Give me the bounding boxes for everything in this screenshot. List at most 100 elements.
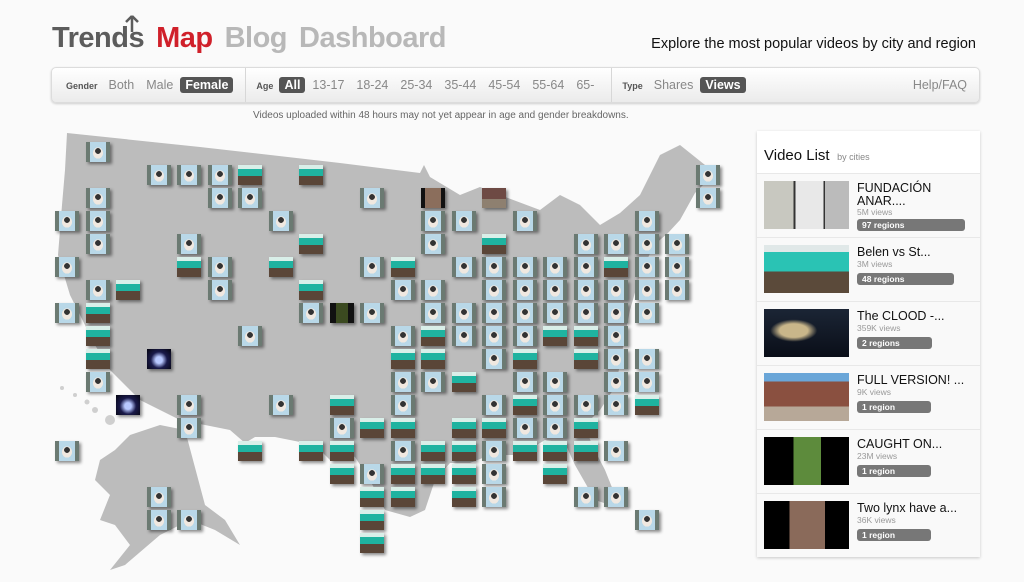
map-video-thumbnail[interactable]	[512, 418, 537, 438]
map-video-thumbnail[interactable]	[634, 395, 659, 415]
map-video-thumbnail[interactable]	[543, 464, 567, 484]
map-video-thumbnail[interactable]	[268, 395, 293, 415]
video-thumbnail[interactable]	[764, 373, 849, 421]
age-option-18-24[interactable]: 18-24	[351, 77, 393, 93]
map-video-thumbnail[interactable]	[299, 165, 323, 185]
map-video-thumbnail[interactable]	[482, 418, 506, 438]
map-video-thumbnail[interactable]	[146, 165, 171, 185]
map-video-thumbnail[interactable]	[543, 395, 567, 415]
map-video-thumbnail[interactable]	[512, 257, 537, 277]
map-video-thumbnail[interactable]	[543, 372, 567, 392]
map-video-thumbnail[interactable]	[390, 372, 415, 392]
map-video-thumbnail[interactable]	[512, 372, 537, 392]
map-video-thumbnail[interactable]	[482, 303, 506, 323]
map-video-thumbnail[interactable]	[604, 395, 628, 415]
map-video-thumbnail[interactable]	[55, 303, 79, 323]
map-video-thumbnail[interactable]	[482, 487, 506, 507]
video-title[interactable]: FULL VERSION! ...	[857, 374, 975, 387]
map-video-thumbnail[interactable]	[85, 326, 110, 346]
map-video-thumbnail[interactable]	[604, 326, 628, 346]
video-thumbnail[interactable]	[764, 309, 849, 357]
map-video-thumbnail[interactable]	[238, 441, 262, 461]
map-video-thumbnail[interactable]	[329, 418, 354, 438]
map-video-thumbnail[interactable]	[421, 326, 445, 346]
map-video-thumbnail[interactable]	[543, 280, 567, 300]
map-video-thumbnail[interactable]	[85, 142, 110, 162]
map-video-thumbnail[interactable]	[177, 257, 201, 277]
map-video-thumbnail[interactable]	[360, 487, 384, 507]
map-video-thumbnail[interactable]	[390, 280, 415, 300]
map-video-thumbnail[interactable]	[512, 349, 537, 369]
map-video-thumbnail[interactable]	[573, 349, 598, 369]
nav-trends[interactable]: Trends	[52, 15, 145, 55]
map-video-thumbnail[interactable]	[604, 303, 628, 323]
map-video-thumbnail[interactable]	[85, 234, 110, 254]
map-video-thumbnail[interactable]	[421, 280, 445, 300]
nav-dashboard[interactable]: Dashboard	[299, 22, 446, 55]
video-title[interactable]: CAUGHT ON...	[857, 438, 975, 451]
map-video-thumbnail[interactable]	[55, 257, 79, 277]
map-video-thumbnail[interactable]	[85, 211, 110, 231]
map-video-thumbnail[interactable]	[604, 234, 628, 254]
age-option-65-plus[interactable]: 65-	[571, 77, 599, 93]
video-list-item[interactable]: Belen vs St... 3M views 48 regions	[757, 237, 980, 301]
map-video-thumbnail[interactable]	[573, 441, 598, 461]
map-video-thumbnail[interactable]	[421, 372, 445, 392]
nav-map[interactable]: Map	[156, 22, 213, 55]
map-video-thumbnail[interactable]	[604, 441, 628, 461]
map-video-thumbnail[interactable]	[482, 257, 506, 277]
video-thumbnail[interactable]	[764, 245, 849, 293]
map-video-thumbnail[interactable]	[85, 303, 110, 323]
gender-option-female[interactable]: Female	[180, 77, 234, 93]
map-video-thumbnail[interactable]	[604, 487, 628, 507]
map-video-thumbnail[interactable]	[55, 441, 79, 461]
map-video-thumbnail[interactable]	[177, 395, 201, 415]
map-video-thumbnail[interactable]	[634, 280, 659, 300]
map-video-thumbnail[interactable]	[634, 234, 659, 254]
map-video-thumbnail[interactable]	[482, 464, 506, 484]
map-video-thumbnail[interactable]	[299, 234, 323, 254]
map-video-thumbnail[interactable]	[421, 211, 445, 231]
map-video-thumbnail[interactable]	[634, 372, 659, 392]
gender-option-both[interactable]: Both	[104, 77, 140, 93]
map-video-thumbnail[interactable]	[634, 510, 659, 530]
map-video-thumbnail[interactable]	[85, 372, 110, 392]
map-video-thumbnail[interactable]	[482, 395, 506, 415]
map-video-thumbnail[interactable]	[634, 211, 659, 231]
video-list-item[interactable]: FULL VERSION! ... 9K views 1 region	[757, 365, 980, 429]
map-video-thumbnail[interactable]	[482, 280, 506, 300]
gender-option-male[interactable]: Male	[141, 77, 178, 93]
map-video-thumbnail[interactable]	[238, 188, 262, 208]
map-video-thumbnail[interactable]	[329, 441, 354, 461]
map-video-thumbnail[interactable]	[451, 418, 476, 438]
map-video-thumbnail[interactable]	[360, 510, 384, 530]
map-video-thumbnail[interactable]	[543, 303, 567, 323]
map-video-thumbnail[interactable]	[665, 234, 689, 254]
map-video-thumbnail[interactable]	[634, 349, 659, 369]
map-video-thumbnail[interactable]	[604, 257, 628, 277]
map-video-thumbnail[interactable]	[421, 349, 445, 369]
map-video-thumbnail[interactable]	[451, 441, 476, 461]
map-video-thumbnail[interactable]	[695, 165, 720, 185]
map-video-thumbnail[interactable]	[268, 211, 293, 231]
age-option-35-44[interactable]: 35-44	[439, 77, 481, 93]
map-video-thumbnail[interactable]	[451, 487, 476, 507]
map-video-thumbnail[interactable]	[573, 487, 598, 507]
map-video-thumbnail[interactable]	[573, 303, 598, 323]
map-video-thumbnail[interactable]	[177, 165, 201, 185]
map-video-thumbnail[interactable]	[451, 464, 476, 484]
video-title[interactable]: FUNDACIÓN ANAR....	[857, 182, 975, 207]
video-title[interactable]: Belen vs St...	[857, 246, 975, 259]
map-video-thumbnail[interactable]	[85, 349, 110, 369]
map-video-thumbnail[interactable]	[299, 303, 323, 323]
type-option-views[interactable]: Views	[700, 77, 746, 93]
map-video-thumbnail[interactable]	[512, 211, 537, 231]
map-video-thumbnail[interactable]	[299, 441, 323, 461]
age-option-13-17[interactable]: 13-17	[307, 77, 349, 93]
map-video-thumbnail[interactable]	[390, 464, 415, 484]
map-video-thumbnail[interactable]	[482, 441, 506, 461]
map-video-thumbnail[interactable]	[543, 418, 567, 438]
age-option-45-54[interactable]: 45-54	[483, 77, 525, 93]
map-video-thumbnail[interactable]	[482, 349, 506, 369]
video-thumbnail[interactable]	[764, 501, 849, 549]
